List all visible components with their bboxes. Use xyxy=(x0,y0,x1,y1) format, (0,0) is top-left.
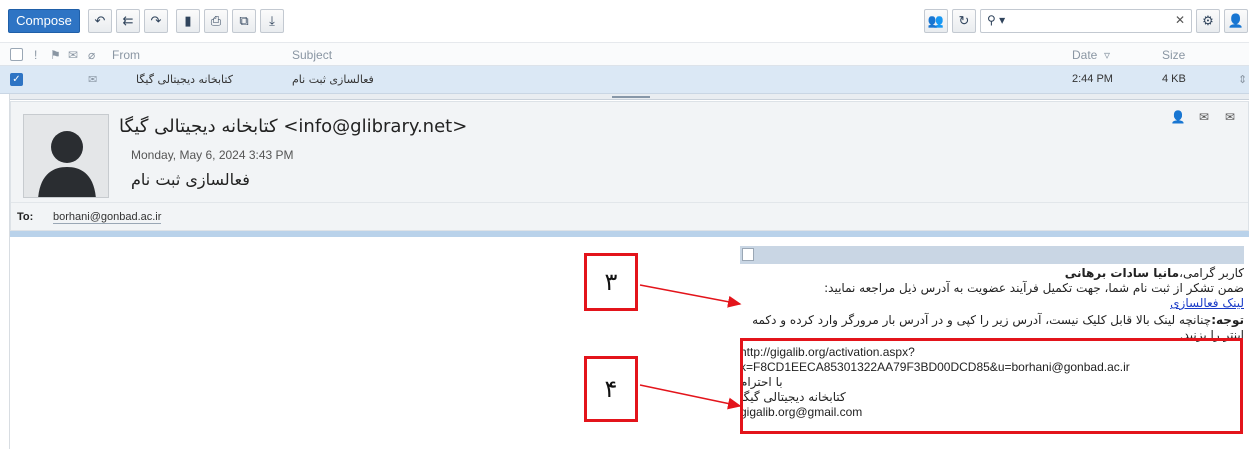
annotation-arrows xyxy=(639,284,742,410)
arrow-3 xyxy=(639,284,742,308)
arrow-4 xyxy=(639,384,742,410)
